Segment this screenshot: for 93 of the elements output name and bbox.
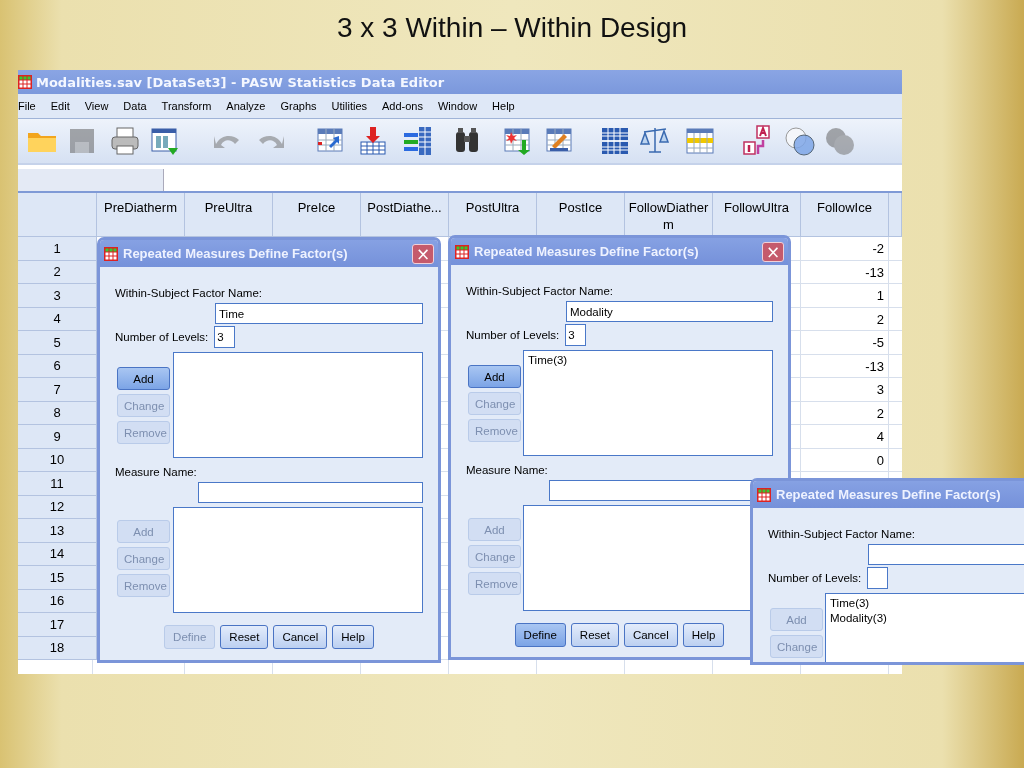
row-header[interactable]: 14 — [18, 542, 97, 566]
dialog-title: Repeated Measures Define Factor(s) — [474, 244, 700, 259]
dialog-button[interactable]: Add — [117, 367, 170, 390]
levels-field[interactable]: 3 — [214, 326, 236, 348]
row-header[interactable]: 5 — [18, 331, 97, 355]
circles-icon[interactable] — [783, 124, 817, 158]
factor-list[interactable]: Time(3) Modality(3) — [825, 593, 1024, 662]
close-button[interactable]: × — [412, 243, 434, 264]
field-label: Within-Subject Factor Name: — [466, 284, 614, 299]
row-header[interactable]: 18 — [18, 636, 97, 660]
column-header[interactable]: PreDiatherm — [97, 193, 185, 237]
dialog-button[interactable]: Reset — [570, 623, 619, 647]
close-button[interactable]: × — [762, 241, 784, 262]
field-label: Within-Subject Factor Name: — [768, 527, 916, 542]
measure-list[interactable] — [173, 507, 423, 613]
dialog-button[interactable]: Cancel — [273, 625, 328, 649]
column-header[interactable]: PreUltra — [185, 193, 273, 237]
menu-item[interactable]: Analyze — [226, 100, 266, 112]
grid-icon — [757, 487, 771, 502]
grid-icon — [18, 75, 32, 89]
row-header[interactable]: 15 — [18, 566, 97, 590]
dialog-button[interactable]: Define — [514, 623, 566, 647]
menu-item[interactable]: Add-ons — [382, 100, 423, 112]
printer-icon[interactable] — [108, 124, 142, 158]
factor-list[interactable]: Time(3) — [523, 350, 773, 456]
field-label: Measure Name: — [115, 465, 198, 480]
table-cell: 2 — [876, 405, 884, 421]
menu-item[interactable]: Transform — [161, 100, 212, 112]
dialog-title: Repeated Measures Define Factor(s) — [123, 246, 349, 261]
row-header[interactable]: 6 — [18, 354, 97, 378]
levels-field[interactable] — [867, 567, 889, 589]
row-header[interactable]: 3 — [18, 284, 97, 308]
field-label: Measure Name: — [466, 463, 549, 478]
table-cell: 4 — [876, 429, 884, 445]
menu-item[interactable]: Edit — [50, 100, 70, 112]
menu-item[interactable]: Help — [492, 100, 515, 112]
row-header[interactable]: 9 — [18, 425, 97, 449]
menu-item[interactable]: View — [84, 100, 109, 112]
column-header[interactable]: PostUltra — [449, 193, 537, 237]
row-header[interactable]: 16 — [18, 589, 97, 613]
table-cell: -2 — [872, 241, 884, 257]
dialog-button[interactable]: Cancel — [623, 623, 678, 647]
row-header[interactable]: 10 — [18, 448, 97, 472]
column-header[interactable]: PostIce — [537, 193, 625, 237]
table-cell: -13 — [865, 264, 884, 280]
table-cell: -5 — [872, 335, 884, 351]
row-header[interactable]: 11 — [18, 472, 97, 496]
dialog-button[interactable]: Help — [332, 625, 374, 649]
table-cell: 0 — [876, 452, 884, 468]
table-cell: 3 — [876, 382, 884, 398]
column-header[interactable]: FollowIce — [801, 193, 889, 237]
row-header[interactable]: 1 — [18, 237, 97, 261]
menu-item[interactable]: Utilities — [331, 100, 367, 112]
cell-name-box[interactable] — [18, 169, 164, 191]
dialog-button[interactable]: Add — [468, 365, 521, 388]
row-header[interactable]: 7 — [18, 378, 97, 402]
column-header[interactable]: FollowUltra — [713, 193, 801, 237]
field-label: Number of Levels: — [115, 330, 209, 345]
factor-name-field[interactable]: Modality — [566, 301, 773, 322]
list-item[interactable]: Time(3) — [830, 597, 1024, 609]
menu-item[interactable]: Data — [123, 100, 147, 112]
row-header[interactable]: 12 — [18, 495, 97, 519]
menu-item[interactable]: Graphs — [280, 100, 317, 112]
column-header[interactable]: PreIce — [273, 193, 361, 237]
slide-title: 3 x 3 Within – Within Design — [336, 12, 688, 44]
levels-field[interactable]: 3 — [565, 324, 587, 346]
grid-icon — [455, 244, 469, 259]
row-header[interactable]: 2 — [18, 260, 97, 284]
factor-name-field[interactable]: Time — [215, 303, 423, 324]
row-header[interactable]: 17 — [18, 613, 97, 637]
grid-icon — [104, 246, 118, 261]
table-cell: 2 — [876, 311, 884, 327]
row-header[interactable]: 4 — [18, 307, 97, 331]
measure-name-field[interactable] — [198, 482, 423, 503]
dialog-title: Repeated Measures Define Factor(s) — [776, 487, 1002, 502]
factor-name-field[interactable] — [868, 544, 1024, 565]
table-cell: -13 — [865, 358, 884, 374]
row-header[interactable]: 13 — [18, 519, 97, 543]
field-label: Number of Levels: — [768, 571, 862, 586]
menu-item[interactable]: Window — [438, 100, 478, 112]
factor-list[interactable] — [173, 352, 423, 458]
field-label: Number of Levels: — [466, 328, 560, 343]
menu-item[interactable]: File — [18, 100, 36, 112]
dialog-button[interactable]: Help — [682, 623, 725, 647]
row-header[interactable]: 8 — [18, 401, 97, 425]
list-item[interactable]: Time(3) — [528, 354, 768, 366]
table-cell: 1 — [876, 288, 884, 304]
column-header[interactable]: FollowDiatherm — [625, 193, 713, 237]
column-header[interactable]: PostDiathe... — [361, 193, 449, 237]
field-label: Within-Subject Factor Name: — [115, 286, 263, 301]
window-title: Modalities.sav [DataSet3] - PASW Statistics Data Editor — [36, 74, 445, 90]
list-item[interactable]: Modality(3) — [830, 612, 1024, 624]
dialog-button[interactable]: Reset — [220, 625, 269, 649]
